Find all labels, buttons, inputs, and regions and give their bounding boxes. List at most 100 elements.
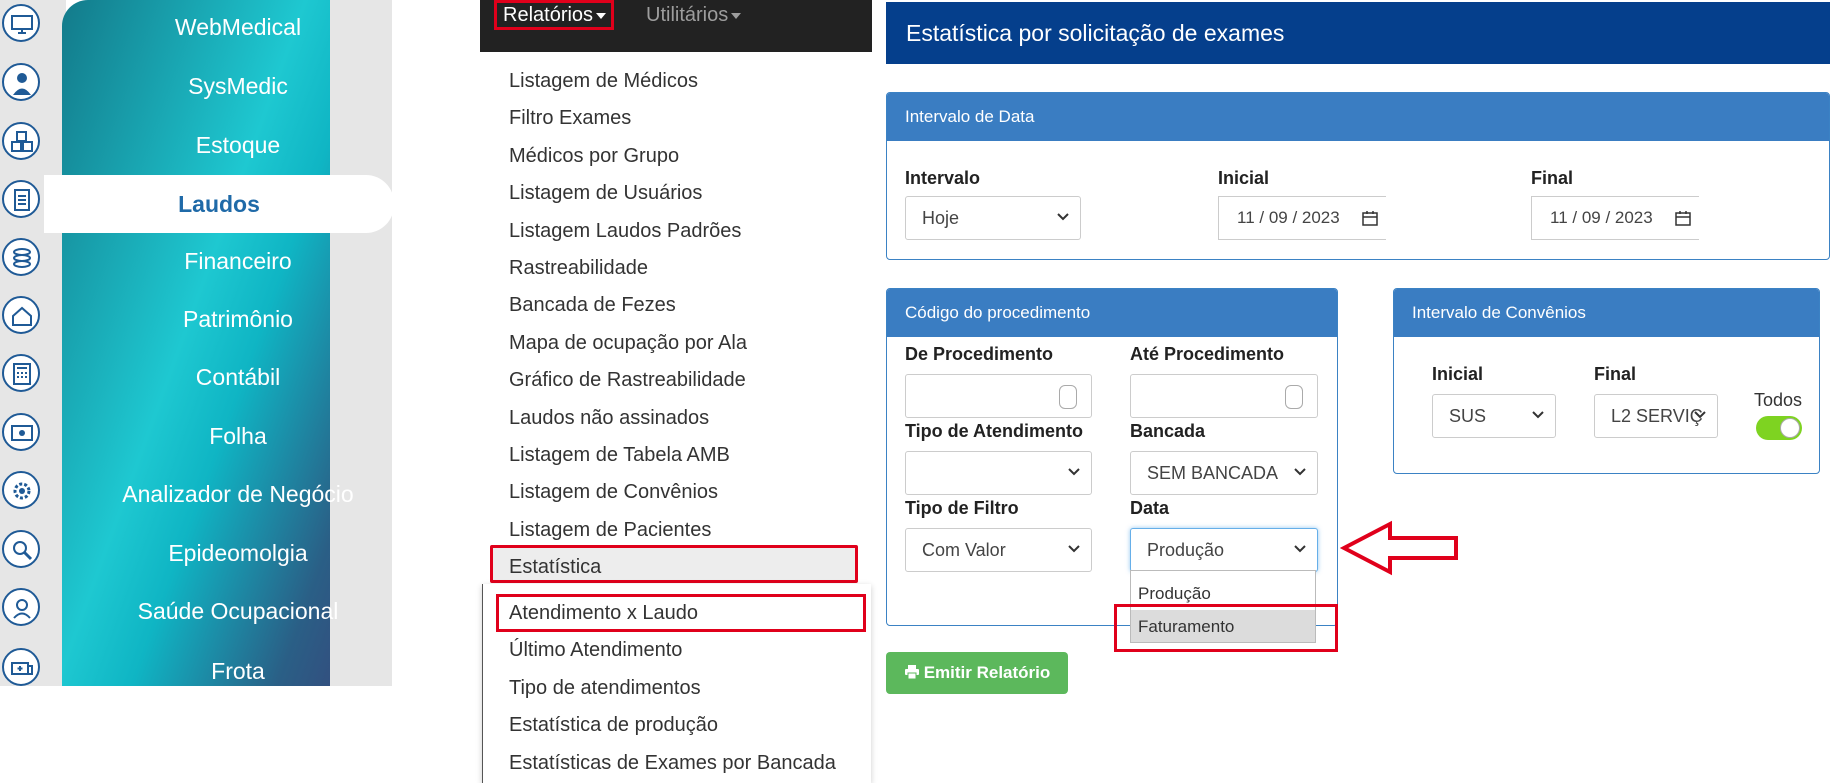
menu-item[interactable]: Médicos por Grupo bbox=[509, 145, 679, 168]
nav-relatorios[interactable]: Relatórios bbox=[494, 0, 614, 30]
de-procedimento-label: De Procedimento bbox=[905, 344, 1054, 364]
caret-down-icon bbox=[731, 12, 742, 19]
final-date-label: Final bbox=[1531, 168, 1574, 188]
ambulance-icon[interactable] bbox=[2, 648, 40, 686]
house-hand-icon[interactable] bbox=[2, 296, 40, 334]
stepper-icon[interactable] bbox=[1285, 385, 1303, 409]
data-select[interactable]: Produção bbox=[1130, 528, 1318, 572]
convenios-panel-header: Intervalo de Convênios bbox=[1394, 289, 1819, 337]
inicial-date-value: 11 / 09 / 2023 bbox=[1237, 208, 1340, 227]
ate-procedimento-label: Até Procedimento bbox=[1130, 344, 1285, 364]
menu-item[interactable]: Listagem Laudos Padrões bbox=[509, 220, 741, 243]
gear-chart-icon[interactable] bbox=[2, 471, 40, 509]
monitor-icon[interactable] bbox=[2, 4, 40, 42]
convenio-inicial-select[interactable]: SUS bbox=[1432, 394, 1556, 438]
convenio-inicial-value: SUS bbox=[1449, 406, 1487, 426]
faturamento-highlight-box bbox=[1114, 604, 1338, 652]
tipo-filtro-select[interactable]: Com Valor bbox=[905, 528, 1092, 572]
bancada-label: Bancada bbox=[1130, 421, 1206, 441]
intervalo-label: Intervalo bbox=[905, 168, 981, 188]
left-arrow-annotation-icon bbox=[1340, 520, 1458, 576]
submenu-item[interactable]: Estatística de produção bbox=[509, 714, 718, 737]
coins-icon[interactable] bbox=[2, 238, 40, 276]
menu-item[interactable]: Listagem de Convênios bbox=[509, 481, 718, 504]
module-patrimonio[interactable]: Patrimônio bbox=[62, 306, 414, 333]
intervalo-select[interactable]: Hoje bbox=[905, 196, 1081, 240]
ate-procedimento-input[interactable] bbox=[1130, 374, 1318, 418]
menu-item[interactable]: Gráfico de Rastreabilidade bbox=[509, 369, 746, 392]
module-panel-backdrop bbox=[330, 0, 392, 686]
module-epideomolgia[interactable]: Epideomolgia bbox=[62, 540, 414, 567]
chevron-down-icon bbox=[1694, 411, 1706, 419]
module-estoque[interactable]: Estoque bbox=[62, 132, 414, 159]
menu-item[interactable]: Listagem de Tabela AMB bbox=[509, 444, 730, 467]
menu-item[interactable]: Rastreabilidade bbox=[509, 257, 648, 280]
toggle-knob bbox=[1780, 418, 1800, 438]
module-laudos[interactable]: Laudos bbox=[44, 175, 394, 233]
menu-item[interactable]: Listagem de Usuários bbox=[509, 182, 702, 205]
bancada-value: SEM BANCADA bbox=[1147, 463, 1279, 483]
inicial-date-input[interactable]: 11 / 09 / 2023 bbox=[1218, 196, 1386, 240]
convenio-final-select[interactable]: L2 SERVIÇ bbox=[1594, 394, 1718, 438]
convenio-inicial-label: Inicial bbox=[1432, 364, 1484, 384]
document-icon[interactable] bbox=[2, 180, 40, 218]
convenio-final-value: L2 SERVIÇ bbox=[1611, 406, 1703, 426]
submenu-item[interactable]: Atendimento x Laudo bbox=[509, 602, 698, 625]
module-sysmedic[interactable]: SysMedic bbox=[62, 73, 414, 100]
page-title: Estatística por solicitação de exames bbox=[886, 2, 1830, 64]
nav-utilitarios-label: Utilitários bbox=[646, 4, 729, 26]
nav-utilitarios[interactable]: Utilitários bbox=[646, 4, 742, 27]
caret-down-icon bbox=[596, 12, 607, 19]
chevron-down-icon bbox=[1068, 545, 1080, 553]
chevron-down-icon bbox=[1068, 468, 1080, 476]
doctor-icon[interactable] bbox=[2, 63, 40, 101]
magnifier-virus-icon[interactable] bbox=[2, 530, 40, 568]
final-date-input[interactable]: 11 / 09 / 2023 bbox=[1531, 196, 1699, 240]
tipo-atendimento-label: Tipo de Atendimento bbox=[905, 421, 1083, 441]
data-label: Data bbox=[1130, 498, 1170, 518]
module-financeiro[interactable]: Financeiro bbox=[62, 248, 414, 275]
de-procedimento-input[interactable] bbox=[905, 374, 1092, 418]
todos-label: Todos bbox=[1754, 390, 1803, 410]
bancada-select[interactable]: SEM BANCADA bbox=[1130, 451, 1318, 495]
menu-item[interactable]: Filtro Exames bbox=[509, 107, 631, 130]
menu-item[interactable]: Laudos não assinados bbox=[509, 407, 709, 430]
boxes-icon[interactable] bbox=[2, 122, 40, 160]
final-date-value: 11 / 09 / 2023 bbox=[1550, 208, 1653, 227]
module-folha[interactable]: Folha bbox=[62, 423, 414, 450]
calculator-icon[interactable] bbox=[2, 354, 40, 392]
procedimento-panel-header: Código do procedimento bbox=[887, 289, 1337, 337]
module-webmedical[interactable]: WebMedical bbox=[62, 14, 414, 41]
todos-toggle[interactable] bbox=[1756, 416, 1802, 440]
submenu-item[interactable]: Tipo de atendimentos bbox=[509, 677, 701, 700]
submenu-item[interactable]: Último Atendimento bbox=[509, 639, 682, 662]
menu-item[interactable]: Listagem de Médicos bbox=[509, 70, 698, 93]
chevron-down-icon bbox=[1294, 468, 1306, 476]
stepper-icon[interactable] bbox=[1059, 385, 1077, 409]
emitir-relatorio-label: Emitir Relatório bbox=[923, 663, 1051, 682]
printer-icon bbox=[904, 665, 919, 680]
module-frota[interactable]: Frota bbox=[62, 658, 414, 685]
menu-item[interactable]: Estatística bbox=[509, 556, 601, 579]
payroll-icon[interactable] bbox=[2, 413, 40, 451]
menu-item[interactable]: Listagem de Pacientes bbox=[509, 519, 711, 542]
module-contabil[interactable]: Contábil bbox=[62, 364, 414, 391]
tipo-atendimento-select[interactable] bbox=[905, 451, 1092, 495]
tipo-filtro-label: Tipo de Filtro bbox=[905, 498, 1019, 518]
submenu-item[interactable]: Estatísticas de Exames por Bancada bbox=[509, 752, 836, 775]
data-option-producao[interactable]: Produção bbox=[1138, 584, 1211, 604]
menu-item[interactable]: Mapa de ocupação por Ala bbox=[509, 332, 747, 355]
tipo-filtro-value: Com Valor bbox=[922, 540, 1006, 560]
chevron-down-icon bbox=[1532, 411, 1544, 419]
nav-relatorios-label: Relatórios bbox=[503, 4, 594, 26]
module-saude-ocupacional[interactable]: Saúde Ocupacional bbox=[62, 598, 414, 625]
calendar-icon[interactable] bbox=[1675, 210, 1691, 226]
emitir-relatorio-button[interactable]: Emitir Relatório bbox=[886, 652, 1068, 694]
chevron-down-icon bbox=[1057, 213, 1069, 221]
intervalo-select-value: Hoje bbox=[922, 208, 960, 228]
menu-item[interactable]: Bancada de Fezes bbox=[509, 294, 676, 317]
module-analizador-de-negocio[interactable]: Analizador de Negócio bbox=[62, 481, 414, 508]
worker-icon[interactable] bbox=[2, 588, 40, 626]
calendar-icon[interactable] bbox=[1362, 210, 1378, 226]
inicial-date-label: Inicial bbox=[1218, 168, 1270, 188]
